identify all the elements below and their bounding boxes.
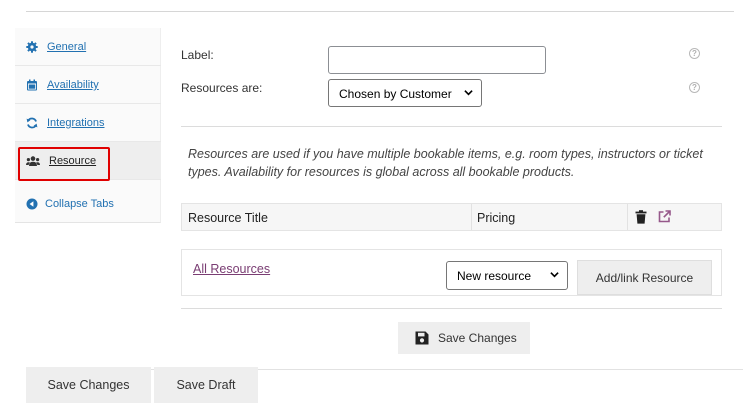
save-changes-button[interactable]: Save Changes — [26, 367, 151, 403]
trash-icon — [635, 210, 647, 224]
tab-availability-label[interactable]: Availability — [47, 79, 99, 91]
resource-actions: All Resources New resource Add/link Reso… — [181, 249, 722, 296]
resource-settings: Label: Resources are: Chosen by Customer… — [181, 42, 722, 114]
floppy-disk-icon — [415, 331, 429, 345]
save-changes-label: Save Changes — [47, 378, 130, 392]
resource-table-header: Resource Title Pricing — [181, 203, 722, 231]
top-divider — [26, 11, 734, 12]
resources-are-label: Resources are: — [181, 81, 263, 95]
gear-icon — [26, 41, 38, 53]
tab-availability[interactable]: Availability — [15, 66, 161, 104]
column-divider — [627, 204, 628, 230]
column-resource-title: Resource Title — [188, 211, 268, 225]
save-changes-inner-label: Save Changes — [438, 331, 517, 345]
resources-description: Resources are used if you have multiple … — [188, 147, 703, 179]
add-link-resource-label: Add/link Resource — [595, 270, 694, 285]
resources-are-value: Chosen by Customer — [339, 87, 452, 101]
new-resource-value: New resource — [457, 269, 532, 283]
label-field-label: Label: — [181, 48, 214, 62]
column-pricing: Pricing — [477, 211, 516, 225]
resource-tab-highlight — [18, 147, 110, 181]
section-divider — [181, 126, 722, 127]
label-input[interactable] — [328, 46, 546, 74]
tab-integrations[interactable]: Integrations — [15, 104, 161, 142]
tab-general-label[interactable]: General — [47, 41, 86, 53]
save-draft-label: Save Draft — [176, 378, 236, 392]
product-data-tabs: General Availability Integrations Resour… — [15, 28, 161, 223]
all-resources-link[interactable]: All Resources — [193, 262, 270, 276]
add-link-resource-button[interactable]: Add/link Resource — [577, 260, 712, 295]
section-divider — [181, 308, 722, 309]
external-link-icon — [658, 210, 671, 223]
help-icon[interactable]: ? — [689, 48, 700, 59]
collapse-tabs-button[interactable]: Collapse Tabs — [15, 185, 161, 223]
chevron-down-icon — [464, 90, 473, 96]
collapse-tabs-label[interactable]: Collapse Tabs — [45, 198, 114, 210]
tab-general[interactable]: General — [15, 28, 161, 66]
calendar-icon — [27, 79, 37, 91]
tab-integrations-label[interactable]: Integrations — [47, 117, 104, 129]
resources-are-select[interactable]: Chosen by Customer — [328, 79, 482, 107]
save-changes-inner-button[interactable]: Save Changes — [398, 322, 530, 354]
chevron-down-icon — [550, 272, 559, 278]
help-icon[interactable]: ? — [689, 82, 700, 93]
save-draft-button[interactable]: Save Draft — [154, 367, 258, 403]
sync-icon — [26, 117, 38, 129]
new-resource-select[interactable]: New resource — [446, 261, 568, 290]
collapse-arrow-icon — [26, 198, 38, 210]
column-divider — [471, 204, 472, 230]
